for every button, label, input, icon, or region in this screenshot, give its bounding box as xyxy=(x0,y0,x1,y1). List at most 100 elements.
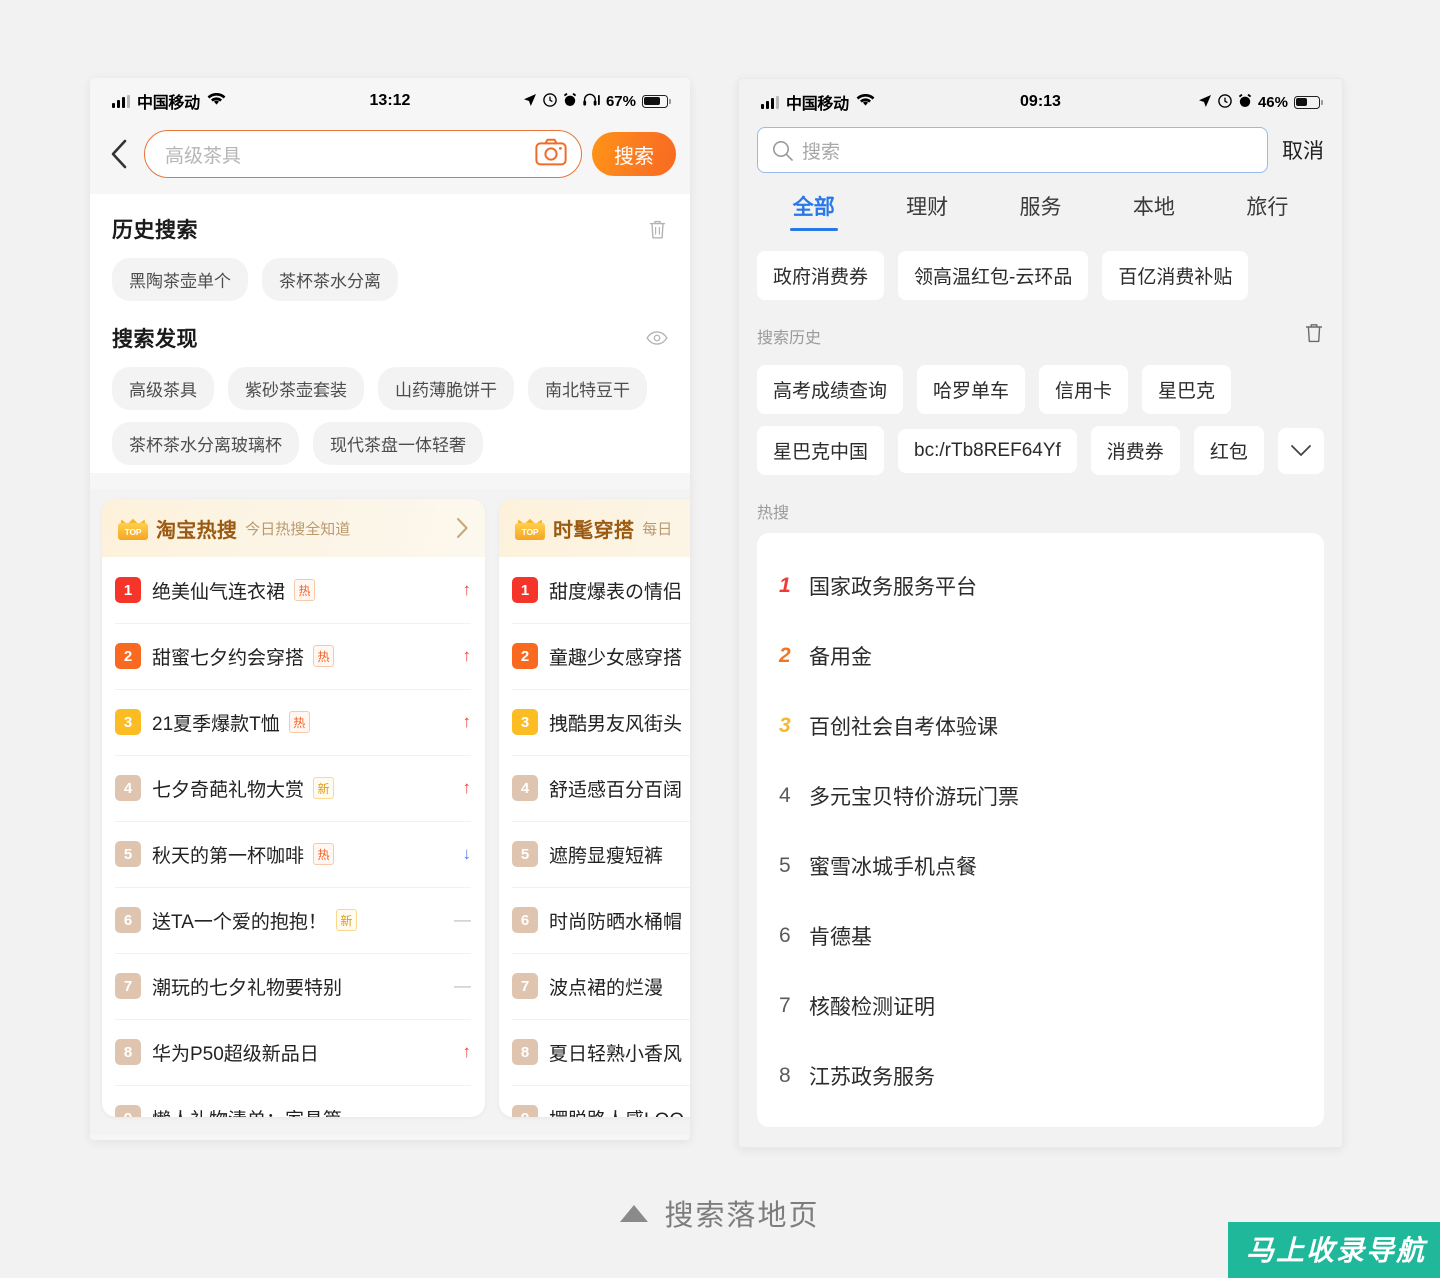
history-chip[interactable]: 消费券 xyxy=(1090,426,1180,475)
hot-row[interactable]: 3 21夏季爆款T恤 热 ↑ xyxy=(102,689,485,755)
alarm-clock-icon xyxy=(563,92,577,110)
camera-icon[interactable] xyxy=(535,138,567,170)
tab-all[interactable]: 全部 xyxy=(757,191,870,231)
history-chip[interactable]: 信用卡 xyxy=(1039,365,1129,414)
back-chevron-icon[interactable] xyxy=(104,134,134,174)
search-input[interactable]: 搜索 xyxy=(757,127,1268,173)
crown-top-icon: TOP xyxy=(118,516,148,540)
hot-search-text: 蜜雪冰城手机点餐 xyxy=(809,856,977,879)
history-chip[interactable]: bc:/rTb8REF64Yf xyxy=(898,428,1077,473)
hot-row[interactable]: 6 时尚防晒水桶帽 xyxy=(499,887,690,953)
search-submit-button[interactable]: 搜索 xyxy=(592,132,676,176)
promo-pill[interactable]: 百亿消费补贴 xyxy=(1102,251,1249,300)
carrier-label: 中国移动 xyxy=(137,95,200,112)
hot-search-text: 核酸检测证明 xyxy=(809,996,935,1019)
status-right-group: 46% xyxy=(1198,93,1323,111)
hot-card-taobao[interactable]: TOP 淘宝热搜 今日热搜全知道 1 绝美仙气连衣裙 热 ↑ 2 甜蜜七夕约会穿… xyxy=(102,499,485,1117)
discovery-chip-list: 高级茶具 紫砂茶壶套装 山药薄脆饼干 南北特豆干 茶杯茶水分离玻璃杯 现代茶盘一… xyxy=(112,367,668,465)
hot-row-text: 送TA一个爱的抱抱！ xyxy=(152,911,327,933)
hot-card-header[interactable]: TOP 淘宝热搜 今日热搜全知道 xyxy=(102,499,485,557)
history-chip-row: 星巴克中国 bc:/rTb8REF64Yf 消费券 红包 xyxy=(757,426,1324,475)
promo-pill[interactable]: 领高温红包-云环品 xyxy=(898,251,1089,300)
chevron-right-icon[interactable] xyxy=(456,517,469,539)
hot-row[interactable]: 7 波点裙的烂漫 xyxy=(499,953,690,1019)
hot-row[interactable]: 1 绝美仙气连衣裙 热 ↑ xyxy=(102,557,485,623)
rank-number: 2 xyxy=(779,644,791,667)
rank-badge: 8 xyxy=(115,1039,141,1065)
discovery-chip[interactable]: 南北特豆干 xyxy=(528,367,647,410)
wifi-icon xyxy=(856,93,875,112)
history-chip[interactable]: 茶杯茶水分离 xyxy=(262,258,398,301)
hot-row[interactable]: 4 七夕奇葩礼物大赏 新 ↑ xyxy=(102,755,485,821)
promo-pill[interactable]: 政府消费券 xyxy=(757,251,885,300)
hot-search-row[interactable]: 7 核酸检测证明 xyxy=(757,971,1324,1041)
rank-number: 7 xyxy=(779,994,791,1017)
hot-card-fashion[interactable]: TOP 时髦穿搭 每日 1 甜度爆表の情侣 2 童趣少女感穿搭 3 拽酷男友风街… xyxy=(499,499,690,1117)
tab-services[interactable]: 服务 xyxy=(984,191,1097,231)
right-phone-screen: 中国移动 09:13 46% 搜索 取消 全部 理财 服务 本地 旅行 政府消费… xyxy=(738,78,1343,1148)
hot-row[interactable]: 2 童趣少女感穿搭 xyxy=(499,623,690,689)
hot-row[interactable]: 6 送TA一个爱的抱抱！ 新 — xyxy=(102,887,485,953)
history-chip[interactable]: 星巴克 xyxy=(1142,365,1232,414)
hot-search-row[interactable]: 6 肯德基 xyxy=(757,901,1324,971)
tab-local[interactable]: 本地 xyxy=(1097,191,1210,231)
hot-card-subtitle: 每日 xyxy=(642,520,673,538)
hot-row[interactable]: 3 拽酷男友风街头 xyxy=(499,689,690,755)
location-arrow-icon xyxy=(523,93,537,110)
history-chip[interactable]: 黑陶茶壶单个 xyxy=(112,258,248,301)
discovery-chip[interactable]: 高级茶具 xyxy=(112,367,214,410)
hot-search-row[interactable]: 2 备用金 xyxy=(757,621,1324,691)
trash-icon[interactable] xyxy=(1304,322,1324,349)
hot-row[interactable]: 9 摆脱路人感LOO xyxy=(499,1085,690,1117)
hot-search-row[interactable]: 5 蜜雪冰城手机点餐 xyxy=(757,831,1324,901)
right-status-bar: 中国移动 09:13 46% xyxy=(739,79,1342,125)
eye-icon[interactable] xyxy=(646,326,668,350)
history-section-header: 历史搜索 xyxy=(112,214,668,244)
hot-search-row[interactable]: 1 国家政务服务平台 xyxy=(757,551,1324,621)
status-left-group: 中国移动 xyxy=(112,89,226,113)
hot-row[interactable]: 4 舒适感百分百阔 xyxy=(499,755,690,821)
hot-row[interactable]: 5 秋天的第一杯咖啡 热 ↓ xyxy=(102,821,485,887)
hot-search-row[interactable]: 3 百创社会自考体验课 xyxy=(757,691,1324,761)
hot-row[interactable]: 9 懒人礼物清单：家具篇 — xyxy=(102,1085,485,1117)
hot-row[interactable]: 5 遮胯显瘦短裤 xyxy=(499,821,690,887)
discovery-chip[interactable]: 山药薄脆饼干 xyxy=(378,367,514,410)
hot-search-row[interactable]: 8 江苏政务服务 xyxy=(757,1041,1324,1111)
chevron-down-icon[interactable] xyxy=(1277,427,1324,474)
category-tabs: 全部 理财 服务 本地 旅行 xyxy=(757,187,1324,231)
hot-row-text: 七夕奇葩礼物大赏 xyxy=(152,779,305,801)
history-chip-rows: 高考成绩查询 哈罗单车 信用卡 星巴克 星巴克中国 bc:/rTb8REF64Y… xyxy=(757,353,1324,475)
hot-row[interactable]: 8 华为P50超级新品日 ↑ xyxy=(102,1019,485,1085)
history-chip[interactable]: 哈罗单车 xyxy=(917,365,1026,414)
hot-row-text: 夏日轻熟小香风 xyxy=(549,1043,683,1065)
left-suggestions-panel: 历史搜索 黑陶茶壶单个 茶杯茶水分离 搜索发现 高级茶具 紫砂茶壶套装 山药薄脆… xyxy=(90,194,690,473)
cancel-button[interactable]: 取消 xyxy=(1282,135,1324,165)
search-input[interactable]: 高级茶具 xyxy=(144,130,582,178)
hot-cards-carousel[interactable]: TOP 淘宝热搜 今日热搜全知道 1 绝美仙气连衣裙 热 ↑ 2 甜蜜七夕约会穿… xyxy=(90,489,690,1135)
discovery-chip[interactable]: 茶杯茶水分离玻璃杯 xyxy=(112,422,299,465)
hot-row[interactable]: 8 夏日轻熟小香风 xyxy=(499,1019,690,1085)
history-chip[interactable]: 星巴克中国 xyxy=(757,426,885,475)
hot-search-row[interactable]: 4 多元宝贝特价游玩门票 xyxy=(757,761,1324,831)
history-chip[interactable]: 红包 xyxy=(1193,426,1264,475)
signal-bars-icon xyxy=(112,94,130,108)
discovery-chip[interactable]: 紫砂茶壶套装 xyxy=(228,367,364,410)
hot-row[interactable]: 1 甜度爆表の情侣 xyxy=(499,557,690,623)
hot-card-header[interactable]: TOP 时髦穿搭 每日 xyxy=(499,499,690,557)
rank-badge: 3 xyxy=(512,709,538,735)
hot-search-text: 肯德基 xyxy=(809,926,872,949)
rank-badge: 1 xyxy=(115,577,141,603)
crown-top-icon: TOP xyxy=(515,516,545,540)
carrier-label: 中国移动 xyxy=(786,96,849,113)
discovery-title: 搜索发现 xyxy=(112,328,198,351)
tab-finance[interactable]: 理财 xyxy=(870,191,983,231)
discovery-chip[interactable]: 现代茶盘一体轻奢 xyxy=(313,422,483,465)
rank-badge: 7 xyxy=(512,973,538,999)
trash-icon[interactable] xyxy=(646,217,668,241)
hot-row[interactable]: 2 甜蜜七夕约会穿搭 热 ↑ xyxy=(102,623,485,689)
history-chip[interactable]: 高考成绩查询 xyxy=(757,365,904,414)
hot-row[interactable]: 7 潮玩的七夕礼物要特别 — xyxy=(102,953,485,1019)
status-left-group: 中国移动 xyxy=(761,90,875,114)
tab-travel[interactable]: 旅行 xyxy=(1211,191,1324,231)
hot-tag: 热 xyxy=(294,579,316,601)
